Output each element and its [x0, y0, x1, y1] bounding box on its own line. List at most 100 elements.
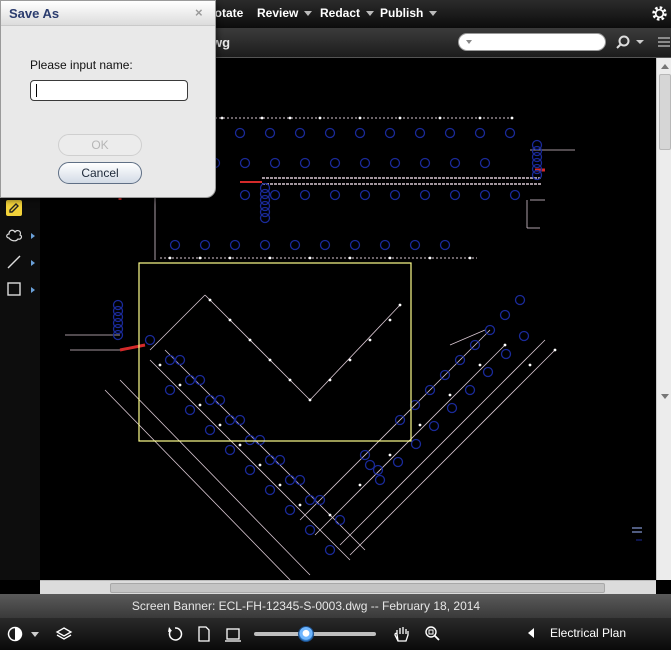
- chevron-left-icon[interactable]: [528, 628, 534, 638]
- fixture-symbol: [199, 239, 211, 251]
- vertical-scroll-thumb[interactable]: [659, 74, 671, 150]
- fixture-symbol: [224, 444, 236, 456]
- junction-dot: [348, 358, 352, 362]
- selection-rectangle[interactable]: [138, 262, 412, 442]
- drawing-line: [104, 389, 291, 580]
- name-prompt-label: Please input name:: [30, 58, 133, 72]
- zoom-slider-thumb[interactable]: [298, 626, 315, 642]
- fixture-symbol: [299, 189, 311, 201]
- fixture-symbol: [259, 212, 271, 224]
- junction-dot: [288, 116, 292, 120]
- text-cursor: [36, 84, 37, 97]
- chevron-right-icon[interactable]: [31, 233, 35, 239]
- chevron-right-icon[interactable]: [31, 287, 35, 293]
- menu-review[interactable]: Review: [257, 6, 313, 20]
- vertical-scrollbar[interactable]: [656, 58, 671, 580]
- rectangle-icon[interactable]: [5, 280, 23, 298]
- fixture-symbol: [504, 127, 516, 139]
- fixture-symbol: [324, 127, 336, 139]
- junction-dot: [428, 256, 432, 260]
- ok-button[interactable]: OK: [58, 134, 142, 156]
- contrast-icon[interactable]: [6, 625, 24, 643]
- junction-dot: [198, 403, 202, 407]
- drawing-line: [309, 304, 401, 401]
- fixture-symbol: [304, 494, 316, 506]
- page-icon[interactable]: [195, 625, 213, 643]
- fixture-symbol: [354, 127, 366, 139]
- line-icon[interactable]: [5, 253, 23, 271]
- menu-icon[interactable]: [656, 36, 670, 48]
- layers-icon[interactable]: [55, 625, 73, 643]
- fixture-symbol: [449, 157, 461, 169]
- chevron-down-icon[interactable]: [31, 632, 39, 637]
- chevron-down-icon[interactable]: [466, 40, 472, 44]
- fixture-symbol: [144, 334, 156, 346]
- fixture-symbol: [299, 157, 311, 169]
- fixture-symbol: [334, 514, 346, 526]
- zoom-slider-track[interactable]: [254, 632, 376, 636]
- horizontal-scrollbar[interactable]: [40, 580, 656, 594]
- fixture-symbol: [444, 127, 456, 139]
- fixture-symbol: [449, 189, 461, 201]
- cancel-button[interactable]: Cancel: [58, 162, 142, 184]
- horizontal-scroll-thumb[interactable]: [110, 583, 605, 593]
- fit-page-icon[interactable]: [224, 625, 242, 643]
- drawing-line: [449, 329, 486, 346]
- fixture-symbol: [264, 454, 276, 466]
- junction-dot: [228, 318, 232, 322]
- fixture-symbol: [269, 189, 281, 201]
- cloud-icon[interactable]: [5, 226, 23, 244]
- fixture-symbol: [518, 330, 530, 342]
- junction-dot: [268, 256, 272, 260]
- fixture-symbol: [410, 438, 422, 450]
- gear-icon[interactable]: [651, 5, 668, 22]
- name-input[interactable]: [30, 80, 188, 101]
- junction-dot: [260, 116, 264, 120]
- fixture-symbol: [264, 127, 276, 139]
- fixture-symbol: [264, 484, 276, 496]
- fixture-symbol: [244, 434, 256, 446]
- fixture-symbol: [389, 157, 401, 169]
- junction-dot: [478, 363, 482, 367]
- fixture-symbol: [204, 394, 216, 406]
- fixture-symbol: [479, 189, 491, 201]
- pan-hand-icon[interactable]: [393, 625, 411, 643]
- fixture-symbol: [392, 456, 404, 468]
- close-icon[interactable]: ×: [195, 5, 203, 20]
- fixture-symbol: [239, 157, 251, 169]
- junction-dot: [468, 256, 472, 260]
- menu-publish[interactable]: Publish: [380, 6, 438, 20]
- junction-dot: [318, 116, 322, 120]
- fixture-symbol: [474, 127, 486, 139]
- fixture-symbol: [254, 434, 266, 446]
- chevron-right-icon[interactable]: [31, 260, 35, 266]
- junction-dot: [268, 358, 272, 362]
- fixture-symbol: [514, 294, 526, 306]
- search-icon[interactable]: [616, 34, 648, 50]
- fixture-symbol: [364, 459, 376, 471]
- fixture-symbol: [259, 239, 271, 251]
- layout-name[interactable]: Electrical Plan: [550, 626, 626, 640]
- junction-dot: [388, 453, 392, 457]
- rotate-icon[interactable]: [166, 625, 184, 643]
- scroll-up-icon[interactable]: [661, 64, 669, 69]
- fixture-symbol: [419, 157, 431, 169]
- junction-dot: [418, 423, 422, 427]
- junction-dot: [328, 378, 332, 382]
- search-input[interactable]: [458, 33, 606, 51]
- fixture-symbol: [214, 394, 226, 406]
- fixture-symbol: [414, 127, 426, 139]
- zoom-window-icon[interactable]: [423, 625, 441, 643]
- drawing-line: [349, 349, 556, 556]
- junction-dot: [388, 256, 392, 260]
- scroll-down-icon[interactable]: [661, 394, 669, 399]
- pencil-icon[interactable]: [5, 199, 23, 217]
- menu-redact[interactable]: Redact: [320, 6, 375, 20]
- drawing-line: [314, 344, 506, 536]
- dialog-title-bar[interactable]: Save As ×: [1, 1, 215, 26]
- fixture-symbol: [184, 374, 196, 386]
- junction-dot: [308, 256, 312, 260]
- chevron-down-icon: [304, 11, 313, 17]
- junction-dot: [218, 423, 222, 427]
- junction-dot: [358, 116, 362, 120]
